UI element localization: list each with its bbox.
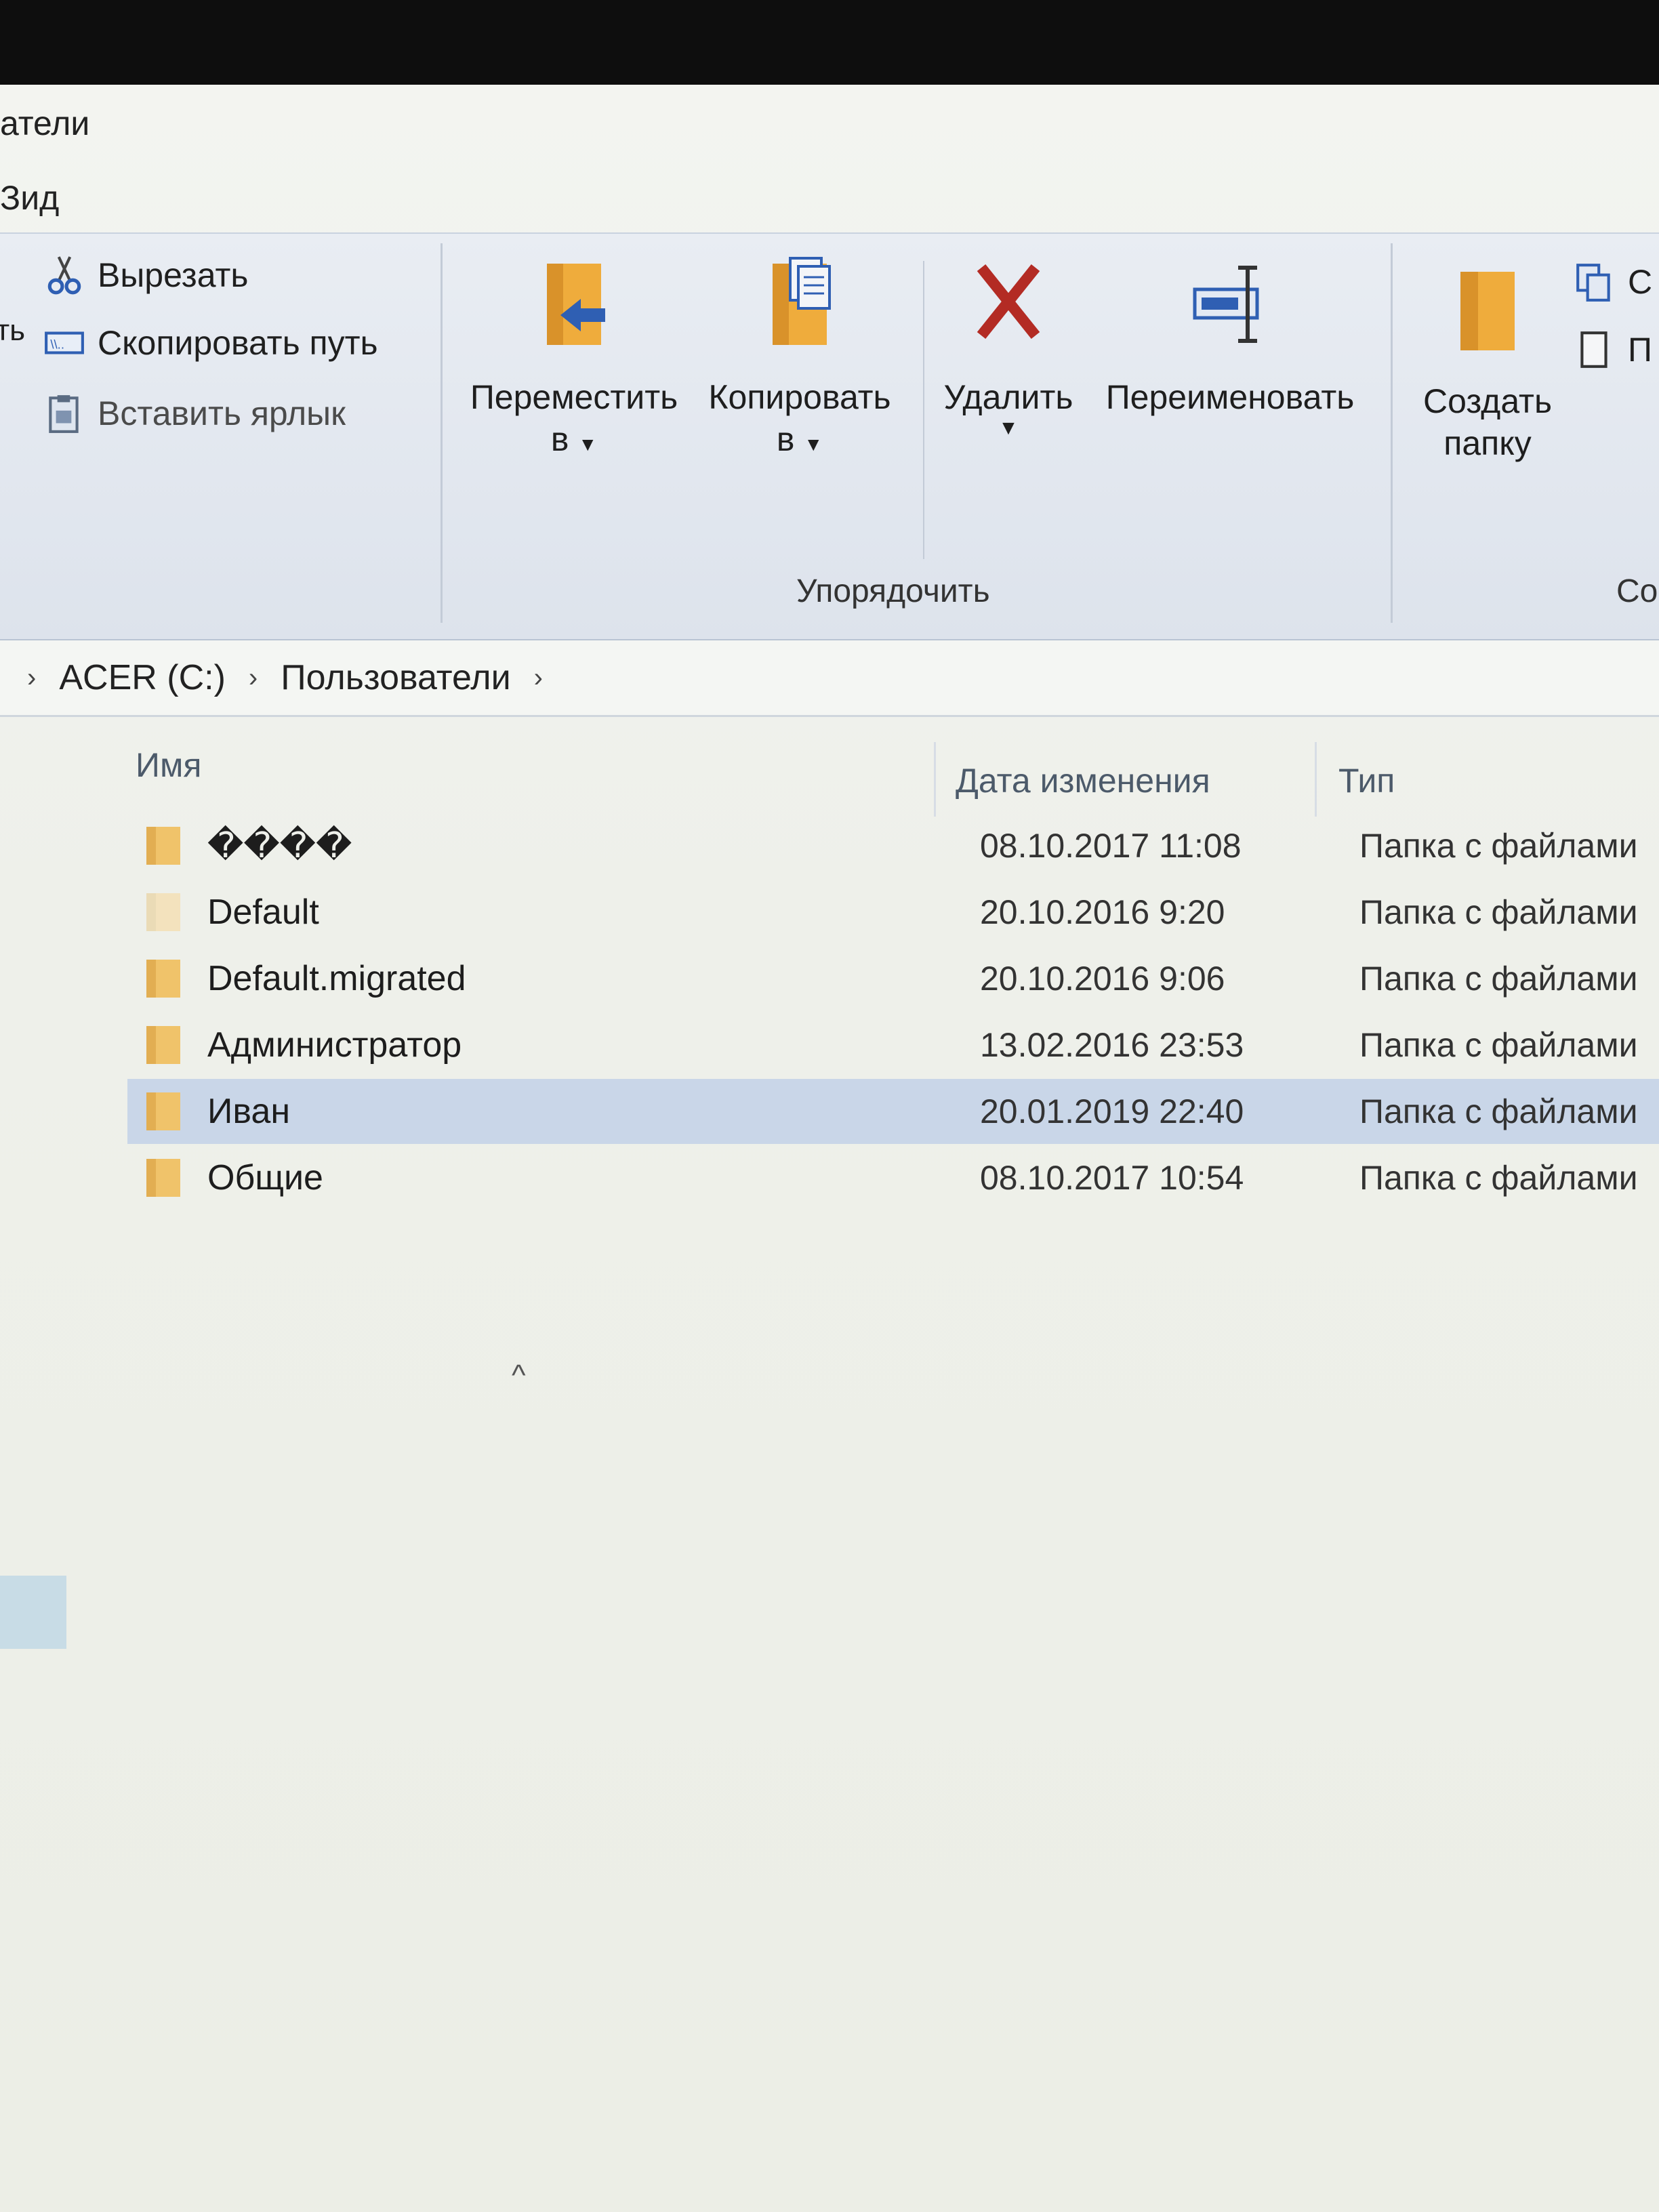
column-divider[interactable]	[1315, 742, 1317, 817]
move-to-sub-text: в	[550, 420, 569, 458]
nav-pane-selection[interactable]	[0, 1576, 66, 1649]
rename-button[interactable]: Переименовать	[1088, 254, 1372, 418]
svg-text:\\..: \\..	[50, 337, 64, 351]
column-type[interactable]: Тип	[1338, 761, 1395, 800]
copy-to-icon	[773, 257, 831, 345]
file-name: Общие	[207, 1158, 323, 1197]
file-type: Папка с файлами	[1359, 893, 1638, 931]
delete-x-icon	[977, 264, 1040, 339]
paste-partial[interactable]: ть	[0, 314, 25, 348]
file-date: 13.02.2016 23:53	[980, 1026, 1244, 1064]
copy-path-label: Скопировать путь	[98, 324, 378, 362]
file-row[interactable]: ���� 08.10.2017 11:08 Папка с файлами	[127, 813, 1659, 878]
folder-icon	[146, 827, 180, 865]
new-folder-label: Создать	[1422, 382, 1552, 420]
cut-button[interactable]: Вырезать	[43, 254, 248, 296]
column-name[interactable]: Имя	[136, 745, 201, 785]
file-row[interactable]: Администратор 13.02.2016 23:53 Папка с фай…	[127, 1012, 1659, 1078]
chevron-right-icon[interactable]: ›	[534, 663, 543, 693]
file-type: Папка с файлами	[1359, 1092, 1638, 1130]
file-name: Иван	[207, 1092, 291, 1131]
breadcrumb-item-drive[interactable]: ACER (C:)	[59, 657, 226, 698]
paste-shortcut-label: Вставить ярлык	[98, 394, 346, 432]
move-to-label: Переместить	[470, 378, 678, 416]
move-to-button[interactable]: Переместить в ▼	[462, 254, 686, 466]
ribbon: ть Вырезать \\.. Скопировать путь Встави…	[0, 232, 1659, 640]
file-date: 20.10.2016 9:20	[980, 893, 1225, 931]
paste-partial-label: ть	[0, 314, 26, 347]
move-to-sublabel: в ▼	[551, 418, 597, 466]
file-row[interactable]: Общие 08.10.2017 10:54 Папка с файлами	[127, 1145, 1659, 1210]
easy-access-label: П	[1628, 331, 1652, 369]
file-date: 20.10.2016 9:06	[980, 960, 1225, 998]
file-date: 08.10.2017 10:54	[980, 1159, 1244, 1197]
sort-ascending-icon: ^	[512, 1359, 526, 1392]
file-name: ����	[207, 826, 352, 865]
chevron-down-icon: ▼	[998, 417, 1019, 439]
breadcrumb-item-users[interactable]: Пользователи	[281, 657, 510, 698]
chevron-right-icon[interactable]: ›	[27, 663, 36, 693]
file-type: Папка с файлами	[1359, 827, 1638, 865]
file-row[interactable]: Default.migrated 20.10.2016 9:06 Папка с ф…	[127, 946, 1659, 1011]
file-name: Default.migrated	[207, 959, 466, 998]
column-divider[interactable]	[934, 742, 936, 817]
folder-icon	[146, 960, 180, 998]
copy-to-sub-text: в	[776, 420, 795, 458]
file-date: 20.01.2019 22:40	[980, 1092, 1244, 1130]
file-type: Папка с файлами	[1359, 1026, 1638, 1064]
new-item-icon	[1576, 264, 1610, 302]
file-type: Папка с файлами	[1359, 960, 1638, 998]
organize-group-label: Упорядочить	[796, 573, 990, 609]
new-item-button[interactable]: С	[1574, 261, 1652, 303]
delete-button[interactable]: Удалить ▼	[934, 254, 1083, 438]
file-name: Default	[207, 893, 319, 932]
copy-path-icon: \\..	[45, 331, 84, 354]
paste-shortcut-icon	[49, 395, 79, 433]
chevron-down-icon: ▼	[804, 434, 823, 455]
new-item-label: С	[1628, 263, 1653, 301]
folder-icon	[146, 893, 180, 931]
folder-icon	[146, 1092, 180, 1130]
window-title: атели	[0, 104, 90, 142]
document-icon	[1580, 331, 1607, 368]
delete-label: Удалить	[943, 378, 1073, 416]
folder-icon	[146, 1159, 180, 1197]
folder-icon	[146, 1026, 180, 1064]
explorer-window: атели Зид ть Вырезать \\.. Скопировать п…	[0, 85, 1659, 2212]
breadcrumb: › ACER (C:) › Пользователи ›	[0, 640, 1659, 717]
rename-icon	[1193, 266, 1259, 343]
rename-label: Переименовать	[1105, 378, 1355, 416]
easy-access-button[interactable]: П	[1574, 329, 1652, 371]
copy-to-sublabel: в ▼	[777, 418, 823, 466]
ribbon-separator	[1391, 243, 1393, 623]
file-row[interactable]: Default 20.10.2016 9:20 Папка с файлами	[127, 880, 1659, 945]
copy-path-button[interactable]: \\.. Скопировать путь	[43, 322, 378, 364]
new-group-label: Со	[1616, 573, 1658, 609]
file-type: Папка с файлами	[1359, 1159, 1638, 1197]
scissors-icon	[47, 256, 81, 295]
copy-to-button[interactable]: Копировать в ▼	[691, 254, 908, 466]
tab-view[interactable]: Зид	[0, 178, 59, 218]
column-date[interactable]: Дата изменения	[956, 761, 1210, 800]
chevron-right-icon[interactable]: ›	[249, 663, 258, 693]
copy-to-label: Копировать	[708, 378, 891, 416]
file-name: Администратор	[207, 1025, 462, 1065]
file-row[interactable]: Иван 20.01.2019 22:40 Папка с файлами	[127, 1079, 1659, 1144]
ribbon-separator	[441, 243, 443, 623]
chevron-down-icon: ▼	[578, 434, 598, 455]
file-date: 08.10.2017 11:08	[980, 827, 1242, 865]
new-folder-button[interactable]: Создать папку	[1410, 258, 1565, 464]
cut-label: Вырезать	[98, 256, 249, 294]
new-folder-label-2: папку	[1443, 424, 1532, 462]
new-folder-icon	[1460, 272, 1515, 350]
move-to-icon	[547, 264, 605, 345]
paste-shortcut-button[interactable]: Вставить ярлык	[43, 392, 346, 434]
ribbon-separator	[923, 261, 924, 559]
